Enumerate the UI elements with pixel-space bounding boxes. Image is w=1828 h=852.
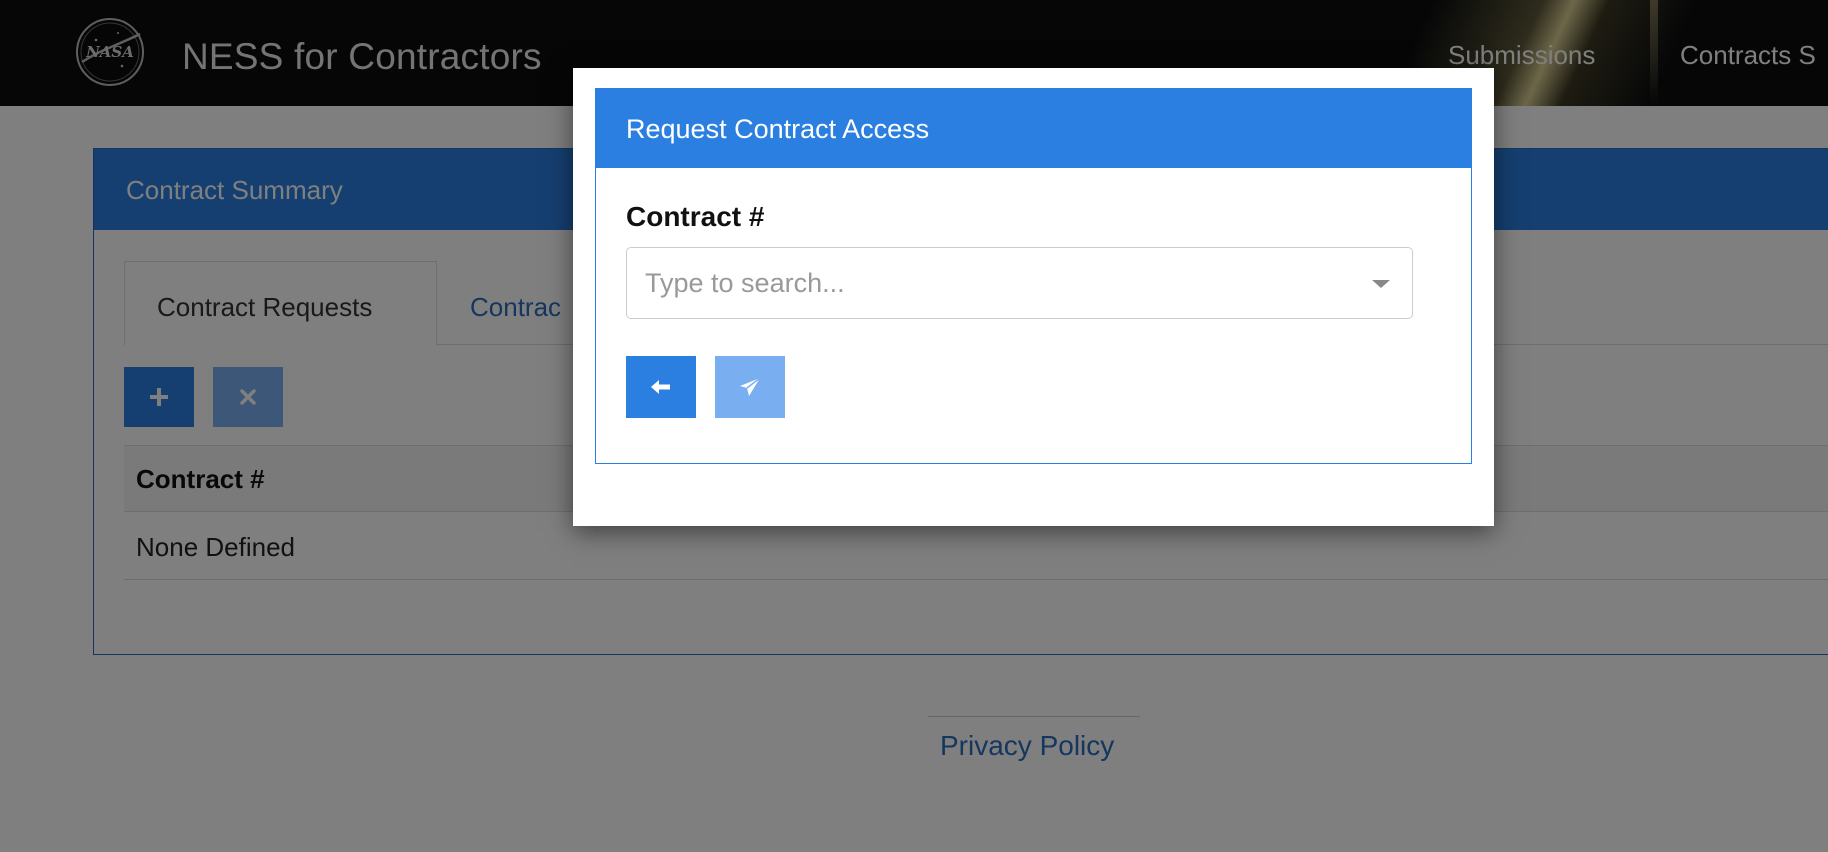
page: NASA NESS for Contractors Submissions Co… [0,0,1828,852]
modal-panel: Request Contract Access Contract # [595,88,1472,464]
contract-number-label: Contract # [626,201,765,232]
back-button[interactable] [626,356,696,418]
modal-title: Request Contract Access [596,89,1471,168]
request-contract-access-modal: Request Contract Access Contract # [573,68,1494,526]
arrow-left-icon [651,380,670,394]
contract-search-input[interactable] [645,248,1345,318]
contract-search-select[interactable] [626,247,1413,319]
submit-request-button[interactable] [715,356,785,418]
paper-plane-icon [740,377,761,396]
chevron-down-icon[interactable] [1372,280,1390,288]
